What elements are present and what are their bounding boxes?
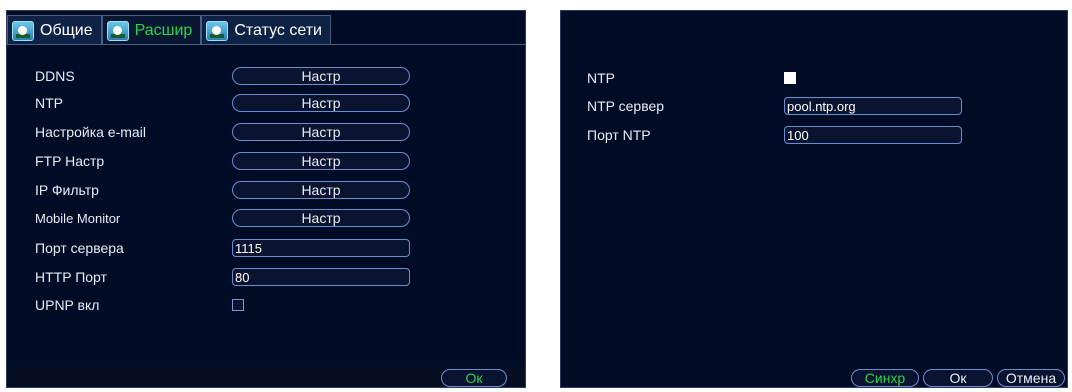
tab-advanced[interactable]: Расшир	[101, 15, 202, 45]
upnp-label: UPNP вкл	[35, 297, 100, 313]
ntp-port-label: Порт NTP	[587, 127, 651, 143]
ddns-setup-button[interactable]: Настр	[232, 67, 410, 85]
tab-bar: Общие Расшир Статус сети	[7, 11, 331, 45]
ntp-port-input[interactable]: 100	[784, 126, 962, 144]
ntp-label: NTP	[35, 95, 63, 111]
server-port-input[interactable]: 1115	[232, 239, 410, 257]
http-port-row: HTTP Порт 80	[35, 266, 410, 288]
tab-advanced-label: Расшир	[134, 21, 193, 39]
ntp-server-input[interactable]: pool.ntp.org	[784, 97, 962, 115]
http-port-input[interactable]: 80	[232, 268, 410, 286]
ntp-enable-row: NTP	[587, 67, 796, 89]
mobile-monitor-setup-button[interactable]: Настр	[232, 209, 410, 227]
tab-network-status-label: Статус сети	[234, 21, 322, 39]
email-setup-button[interactable]: Настр	[232, 123, 410, 141]
picture-icon	[12, 20, 34, 41]
ftp-label: FTP Настр	[35, 153, 105, 169]
tab-network-status[interactable]: Статус сети	[201, 15, 331, 45]
tab-general-label: Общие	[40, 21, 93, 39]
picture-icon	[206, 20, 229, 41]
ntp-server-row: NTP сервер pool.ntp.org	[587, 95, 962, 117]
picture-icon	[106, 20, 129, 41]
ok-button[interactable]: Ок	[923, 369, 993, 387]
ftp-row: FTP Настр Настр	[35, 150, 410, 172]
upnp-checkbox[interactable]	[232, 299, 244, 311]
ddns-row: DDNS Настр	[35, 65, 410, 87]
http-port-label: HTTP Порт	[35, 269, 107, 285]
cancel-button[interactable]: Отмена	[997, 369, 1065, 387]
sync-button[interactable]: Синхр	[851, 369, 919, 387]
mobile-monitor-row: Mobile Monitor Настр	[35, 207, 410, 229]
ip-filter-label: IP Фильтр	[35, 182, 99, 198]
email-label: Настройка e-mail	[35, 124, 146, 140]
network-advanced-settings-panel: Общие Расшир Статус сети DDNS Настр NTP …	[6, 10, 526, 388]
tab-divider	[7, 44, 525, 45]
ddns-label: DDNS	[35, 68, 75, 84]
email-row: Настройка e-mail Настр	[35, 121, 410, 143]
ip-filter-row: IP Фильтр Настр	[35, 179, 410, 201]
ftp-setup-button[interactable]: Настр	[232, 152, 410, 170]
server-port-row: Порт сервера 1115	[35, 237, 410, 259]
ntp-row: NTP Настр	[35, 92, 410, 114]
mobile-monitor-label: Mobile Monitor	[35, 210, 121, 226]
upnp-row: UPNP вкл	[35, 294, 244, 316]
tab-general[interactable]: Общие	[7, 15, 102, 45]
ip-filter-setup-button[interactable]: Настр	[232, 181, 410, 199]
ntp-server-label: NTP сервер	[587, 98, 665, 114]
ntp-setup-button[interactable]: Настр	[232, 94, 410, 112]
ntp-enable-label: NTP	[587, 70, 615, 86]
ok-button[interactable]: Ок	[441, 369, 507, 387]
ntp-settings-panel: NTP NTP сервер pool.ntp.org Порт NTP 100…	[560, 10, 1068, 388]
server-port-label: Порт сервера	[35, 240, 124, 256]
ntp-enable-checkbox[interactable]	[784, 72, 796, 84]
ntp-port-row: Порт NTP 100	[587, 124, 962, 146]
